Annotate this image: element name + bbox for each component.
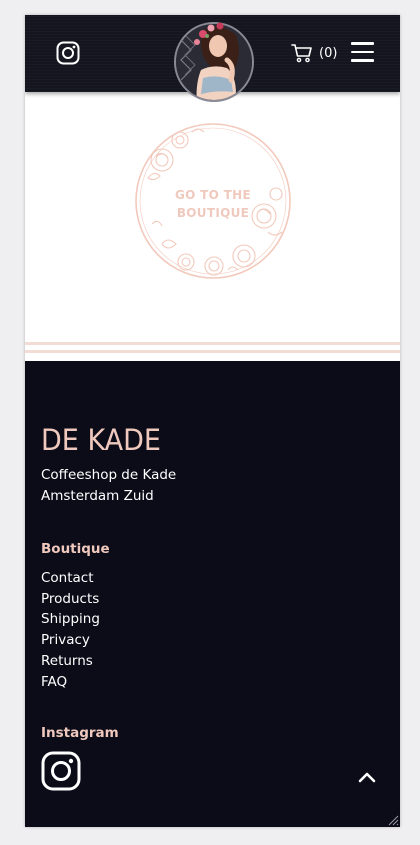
go-to-boutique-button[interactable]: GO TO THE BOUTIQUE — [132, 120, 294, 282]
hamburger-line — [351, 59, 374, 62]
brand-wordmark: DE KADE — [41, 423, 161, 453]
footer-link-shipping[interactable]: Shipping — [41, 609, 100, 630]
boutique-label-line1: GO TO THE — [175, 188, 251, 202]
site-logo-portrait[interactable] — [173, 20, 255, 108]
address-line: Amsterdam Zuid — [41, 488, 154, 504]
boutique-label-line2: BOUTIQUE — [176, 206, 250, 220]
hamburger-line — [351, 42, 374, 45]
boutique-section-title: Boutique — [41, 541, 110, 557]
cart-icon — [291, 44, 312, 63]
address-line: Coffeeshop de Kade — [41, 467, 177, 483]
footer-link-faq[interactable]: FAQ — [41, 672, 100, 693]
footer-link-privacy[interactable]: Privacy — [41, 630, 100, 651]
divider-stripe — [25, 350, 400, 353]
footer-address: Coffeeshop de Kade Amsterdam Zuid — [41, 465, 176, 507]
footer-link-returns[interactable]: Returns — [41, 651, 100, 672]
footer-link-contact[interactable]: Contact — [41, 568, 100, 589]
footer-links: Contact Products Shipping Privacy Return… — [41, 568, 100, 692]
site-footer: DE KADE Coffeeshop de Kade Amsterdam Zui… — [25, 361, 400, 827]
page-frame: (0) GO TO THE BOUTIQUE DE KADE Coffeesho… — [25, 15, 400, 827]
footer-link-products[interactable]: Products — [41, 589, 100, 610]
brand-name: DE KADE — [41, 423, 161, 453]
hamburger-line — [351, 50, 374, 53]
boutique-label: GO TO THE BOUTIQUE — [132, 186, 294, 222]
hamburger-menu-icon[interactable] — [351, 42, 375, 62]
instagram-icon[interactable] — [56, 41, 80, 65]
cart-button[interactable]: (0) — [291, 42, 337, 64]
resize-grip-icon[interactable] — [386, 813, 399, 826]
instagram-section-title: Instagram — [41, 725, 119, 741]
cart-count: (0) — [319, 45, 338, 61]
chevron-up-icon[interactable] — [356, 766, 378, 788]
divider-stripe — [25, 342, 400, 345]
instagram-icon[interactable] — [41, 751, 81, 791]
